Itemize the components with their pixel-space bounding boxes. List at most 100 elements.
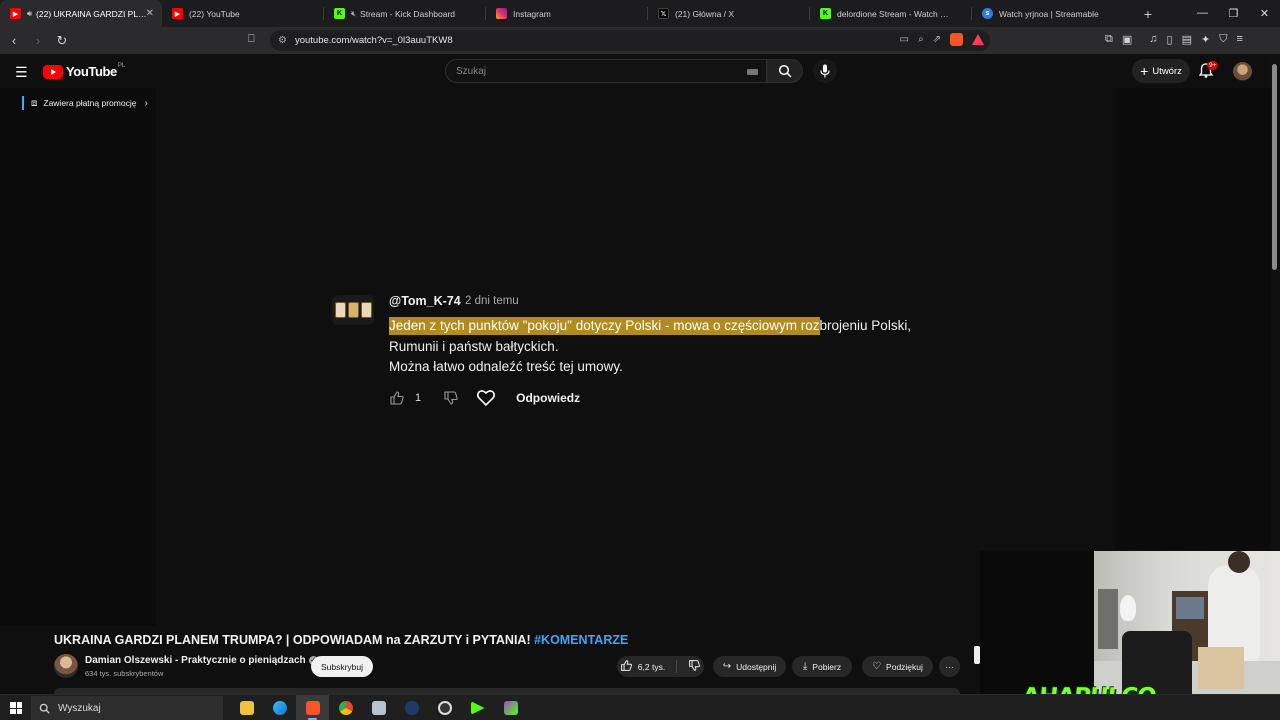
tab-x[interactable]: 𝕏 (21) Główna / X xyxy=(648,0,810,27)
download-button[interactable]: ⤓ Pobierz xyxy=(792,656,852,677)
browser-toolbar: ‹ › ↻ ⎕ ⚙ youtube.com/watch?v=_0l3auuTKW… xyxy=(0,27,1280,54)
video-pillarbox-left xyxy=(0,88,156,626)
scrollbar-thumb[interactable] xyxy=(1272,64,1277,270)
extensions-icon[interactable]: ⧉ xyxy=(1105,33,1113,46)
youtube-icon: ▶ xyxy=(10,8,21,19)
tab-label: (22) YouTube xyxy=(189,8,240,19)
thumbs-down-icon xyxy=(689,659,701,671)
youtube-logo[interactable]: YouTube PL xyxy=(43,63,125,79)
like-button[interactable] xyxy=(620,659,633,675)
channel-name[interactable]: Damian Olszewski - Praktycznie o pieniąd… xyxy=(85,655,318,666)
dislike-button[interactable] xyxy=(688,659,701,675)
cast-icon[interactable]: ▭ xyxy=(900,34,909,45)
share-button[interactable]: ↪ Udostępnij xyxy=(713,656,786,677)
channel-avatar[interactable] xyxy=(54,654,78,678)
kick-icon[interactable] xyxy=(461,695,494,720)
search-input[interactable] xyxy=(456,65,736,77)
brave-shields-icon[interactable] xyxy=(950,33,963,46)
search-button[interactable] xyxy=(767,59,803,83)
tab-label: Instagram xyxy=(513,8,551,19)
windows-start-icon[interactable] xyxy=(10,702,22,714)
address-bar[interactable]: ⚙ youtube.com/watch?v=_0l3auuTKW8 ▭ ⌕ ⇗ xyxy=(270,30,990,51)
menu-icon[interactable]: ≡ xyxy=(1236,33,1242,46)
windows-taskbar: Wyszukaj xyxy=(0,694,1280,720)
edge-icon[interactable] xyxy=(263,695,296,720)
brave-rewards-icon[interactable] xyxy=(972,34,984,45)
chrome-icon[interactable] xyxy=(329,695,362,720)
share-icon[interactable]: ⇗ xyxy=(933,34,941,45)
comment-author-avatar xyxy=(332,295,374,325)
forward-button[interactable]: › xyxy=(28,33,48,48)
leo-ai-icon[interactable]: ✦ xyxy=(1201,33,1210,46)
audio-playing-icon[interactable]: 🔊︎ xyxy=(27,9,32,19)
comment-actions: 1 Odpowiedz xyxy=(389,388,580,408)
window-controls: — ❐ ✕ xyxy=(1187,7,1280,20)
restore-button[interactable]: ❐ xyxy=(1218,7,1249,20)
share-label: Udostępnij xyxy=(736,661,777,672)
app-icon[interactable] xyxy=(362,695,395,720)
close-tab-icon[interactable]: ✕ xyxy=(146,8,154,19)
create-button[interactable]: + Utwórz xyxy=(1132,59,1190,83)
media-icon[interactable]: ♫ xyxy=(1149,33,1157,46)
paid-promotion-notice[interactable]: ⧈ Zawiera płatną promocję › xyxy=(22,96,148,110)
comment-time: 2 dni temu xyxy=(465,295,519,307)
taskbar-apps xyxy=(230,695,527,720)
zoom-icon[interactable]: ⌕ xyxy=(918,34,924,45)
sidebar-icon[interactable]: ▯ xyxy=(1167,33,1173,46)
tab-instagram[interactable]: Instagram xyxy=(486,0,648,27)
subscriber-count: 634 tys. subskrybentów xyxy=(85,669,164,678)
tab-youtube[interactable]: ▶ (22) YouTube xyxy=(162,0,324,27)
obs-icon[interactable] xyxy=(428,695,461,720)
thumbs-down-icon xyxy=(444,391,458,405)
file-explorer-icon[interactable] xyxy=(230,695,263,720)
keyboard-icon[interactable] xyxy=(747,69,758,75)
video-hashtag[interactable]: #KOMENTARZE xyxy=(534,633,628,647)
thanks-button[interactable]: ♡ Podziękuj xyxy=(862,656,933,677)
voice-search-button[interactable] xyxy=(813,59,837,83)
menu-icon[interactable]: ☰ xyxy=(15,64,28,81)
game-icon[interactable] xyxy=(494,695,527,720)
brave-icon[interactable] xyxy=(296,695,329,720)
youtube-icon: ▶ xyxy=(172,8,183,19)
site-settings-icon[interactable]: ⚙ xyxy=(278,35,287,46)
screenshot-icon[interactable]: ▣ xyxy=(1122,33,1132,46)
tab-streamable[interactable]: s Watch yrjnoa | Streamable xyxy=(972,0,1134,27)
steam-icon[interactable] xyxy=(395,695,428,720)
kick-icon: K xyxy=(334,8,345,19)
thumbs-up-icon xyxy=(620,659,632,671)
url-text: youtube.com/watch?v=_0l3auuTKW8 xyxy=(294,35,453,46)
new-tab-button[interactable]: + xyxy=(1134,6,1162,22)
account-avatar[interactable] xyxy=(1233,62,1252,81)
plus-icon: + xyxy=(1140,63,1149,79)
streamable-icon: s xyxy=(982,8,993,19)
channel-name-text: Damian Olszewski - Praktycznie o pieniąd… xyxy=(85,655,306,666)
tab-kick-delordione[interactable]: K delordione Stream - Watch Live on Kick xyxy=(810,0,972,27)
comment-text-line3: Można łatwo odnaleźć treść tej umowy. xyxy=(389,359,623,374)
vpn-icon[interactable]: ⛉ xyxy=(1219,33,1227,46)
reload-button[interactable]: ↻ xyxy=(52,33,72,49)
close-window-button[interactable]: ✕ xyxy=(1249,7,1280,20)
download-label: Pobierz xyxy=(812,661,842,672)
comment-author: @Tom_K-74 xyxy=(389,294,461,308)
thanks-label: Podziękuj xyxy=(886,661,923,672)
comment-like-count: 1 xyxy=(415,392,422,404)
more-icon: ··· xyxy=(945,661,954,672)
wallet-icon[interactable]: ▤ xyxy=(1182,33,1192,46)
taskbar-search[interactable]: Wyszukaj xyxy=(31,696,223,720)
instagram-icon xyxy=(496,8,507,19)
address-bar-actions: ▭ ⌕ ⇗ xyxy=(900,33,984,46)
bookmark-icon[interactable]: ⎕ xyxy=(248,33,255,46)
subscribe-button[interactable]: Subskrybuj xyxy=(311,656,373,677)
extensions-bar: ⧉ ▣ ♫ ▯ ▤ ✦ ⛉ ≡ xyxy=(1105,33,1243,46)
muted-icon[interactable]: 🔇︎ xyxy=(351,9,356,19)
more-actions-button[interactable]: ··· xyxy=(939,656,960,677)
search-box[interactable] xyxy=(445,59,767,83)
video-pillarbox-right xyxy=(1115,88,1270,550)
tab-youtube-video[interactable]: ▶ 🔊︎ (22) UKRAINA GARDZI PLANEM TRUMPA? … xyxy=(0,0,162,27)
back-button[interactable]: ‹ xyxy=(4,33,24,48)
minimize-button[interactable]: — xyxy=(1187,7,1218,20)
tab-kick-dashboard[interactable]: K 🔇︎ Stream - Kick Dashboard xyxy=(324,0,486,27)
like-count: 6,2 tys. xyxy=(637,661,666,672)
youtube-play-icon xyxy=(43,64,63,79)
comment-text: Jeden z tych punktów "pokoju" dotyczy Po… xyxy=(389,316,959,378)
